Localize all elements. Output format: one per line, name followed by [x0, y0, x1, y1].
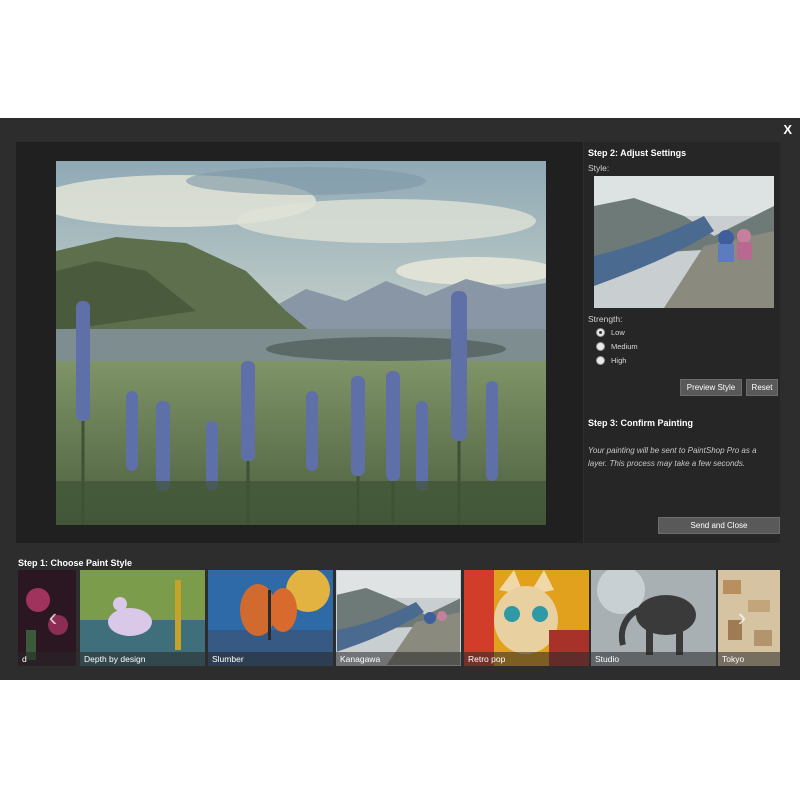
style-caption: Retro pop [464, 652, 589, 666]
strength-high-option[interactable]: High [596, 356, 626, 365]
style-thumb-studio[interactable]: Studio [591, 570, 716, 666]
strength-low-option[interactable]: Low [596, 328, 625, 337]
confirm-description: Your painting will be sent to PaintShop … [588, 446, 757, 468]
preview-image [56, 161, 546, 525]
strength-medium-label: Medium [611, 342, 638, 351]
style-strip: d ‹ Depth by design Slumber Kanagawa Ret… [0, 570, 800, 666]
close-button[interactable]: X [783, 122, 792, 138]
style-caption: Kanagawa [336, 652, 461, 666]
preview-style-button[interactable]: Preview Style [680, 379, 742, 396]
send-and-close-button[interactable]: Send and Close [658, 517, 780, 534]
strength-high-label: High [611, 356, 627, 365]
reset-button[interactable]: Reset [746, 379, 778, 396]
scroll-right-arrow-icon[interactable]: › [731, 600, 753, 634]
scroll-left-arrow-icon[interactable]: ‹ [42, 600, 64, 634]
style-caption: Slumber [208, 652, 333, 666]
paint-style-dialog: X Step 2: Adjust Settings Style: Strengt… [0, 118, 800, 680]
strength-medium-option[interactable]: Medium [596, 342, 638, 351]
step2-title: Step 2: Adjust Settings [588, 148, 687, 158]
settings-panel: Step 2: Adjust Settings Style: Strength:… [584, 142, 780, 543]
selected-style-thumbnail [594, 176, 774, 308]
style-thumb-kanagawa[interactable]: Kanagawa [336, 570, 461, 666]
style-label: Style: [588, 163, 610, 173]
radio-medium[interactable] [596, 342, 605, 351]
style-caption: Studio [591, 652, 716, 666]
step1-title: Step 1: Choose Paint Style [18, 558, 133, 568]
strength-label: Strength: [588, 314, 623, 324]
style-caption: Tokyo [718, 652, 780, 666]
style-caption: Depth by design [80, 652, 205, 666]
step3-title: Step 3: Confirm Painting [588, 418, 694, 428]
radio-low[interactable] [596, 328, 605, 337]
radio-high[interactable] [596, 356, 605, 365]
style-thumb-retro-pop[interactable]: Retro pop [464, 570, 589, 666]
strength-low-label: Low [611, 328, 625, 337]
preview-panel [16, 142, 583, 543]
style-thumb-slumber[interactable]: Slumber [208, 570, 333, 666]
style-thumb-depth-by-design[interactable]: Depth by design [80, 570, 205, 666]
style-caption: d [18, 652, 76, 666]
